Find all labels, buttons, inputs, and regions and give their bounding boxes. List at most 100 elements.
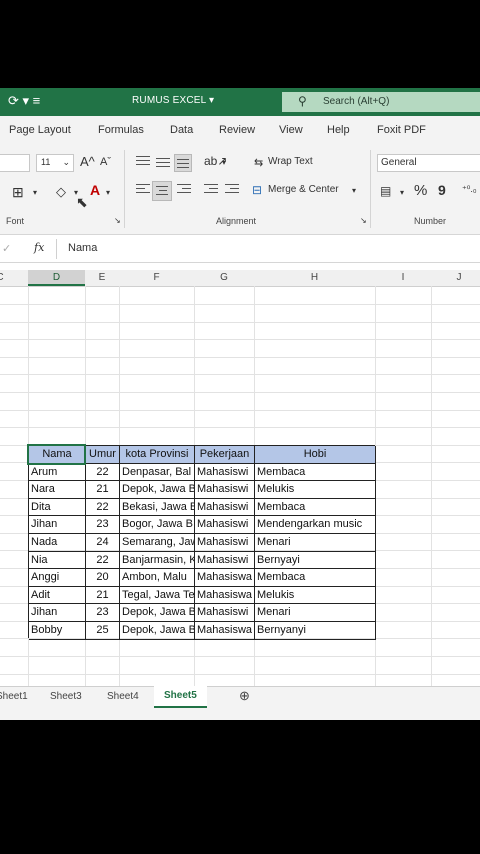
font-name-select[interactable] [0, 154, 30, 172]
tab-data[interactable]: Data [170, 124, 193, 136]
tab-page-layout[interactable]: Page Layout [9, 124, 71, 136]
increase-indent-icon[interactable] [225, 184, 239, 196]
font-size-select[interactable]: 11 ⌄ [36, 154, 74, 172]
search-box[interactable]: ⚲ Search (Alt+Q) [282, 92, 480, 112]
column-header-c[interactable]: C [0, 272, 8, 283]
cell-hobi[interactable]: Melukis [255, 481, 376, 499]
merge-dropdown-icon[interactable]: ▾ [352, 186, 356, 195]
add-sheet-button[interactable]: ⊕ [239, 688, 250, 704]
cell-kota-provinsi[interactable]: Depok, Jawa B [120, 604, 195, 622]
cell-hobi[interactable]: Menari [255, 534, 376, 552]
cell-umur[interactable]: 22 [86, 498, 120, 517]
cell-pekerjaan[interactable]: Mahasiswi [195, 463, 255, 482]
borders-dropdown-icon[interactable]: ▾ [33, 188, 37, 197]
cell-pekerjaan[interactable]: Mahasiswa [195, 586, 255, 605]
tab-formulas[interactable]: Formulas [98, 124, 144, 136]
cell-umur[interactable]: 24 [86, 534, 120, 552]
cell-nama[interactable]: Nia [29, 551, 86, 570]
tab-view[interactable]: View [279, 124, 303, 136]
insert-function-button[interactable]: fx [34, 241, 44, 254]
column-header-d[interactable]: D [28, 270, 85, 286]
table-header-cell[interactable]: Umur [86, 446, 120, 464]
cell-nama[interactable]: Bobby [29, 622, 86, 640]
wrap-text-button[interactable]: Wrap Text [268, 156, 313, 167]
cell-hobi[interactable]: Melukis [255, 586, 376, 605]
table-header-cell[interactable]: Hobi [255, 446, 376, 464]
column-header-i[interactable]: I [375, 272, 431, 283]
quick-access-toolbar[interactable]: ⟳ ▾ ≡ [8, 93, 40, 109]
cell-nama[interactable]: Jihan [29, 516, 86, 534]
cell-nama[interactable]: Dita [29, 498, 86, 517]
accounting-dropdown-icon[interactable]: ▾ [400, 188, 404, 197]
cell-nama[interactable]: Adit [29, 586, 86, 605]
cell-hobi[interactable]: Membaca [255, 463, 376, 482]
sheet-tab-5[interactable]: Sheet5 [154, 686, 207, 708]
top-align-icon[interactable] [136, 156, 150, 168]
cell-pekerjaan[interactable]: Mahasiswi [195, 604, 255, 622]
cell-umur[interactable]: 22 [86, 551, 120, 570]
cell-umur[interactable]: 21 [86, 481, 120, 499]
tab-foxit-pdf[interactable]: Foxit PDF [377, 124, 426, 136]
cell-kota-provinsi[interactable]: Ambon, Malu [120, 569, 195, 587]
alignment-dialog-launcher-icon[interactable]: ↘ [360, 216, 367, 225]
cell-kota-provinsi[interactable]: Depok, Jawa B [120, 481, 195, 499]
cell-pekerjaan[interactable]: Mahasiswi [195, 498, 255, 517]
cell-kota-provinsi[interactable]: Tegal, Jawa Te [120, 586, 195, 605]
cell-nama[interactable]: Jihan [29, 604, 86, 622]
align-left-icon[interactable] [136, 184, 150, 196]
borders-icon[interactable]: ⊞ [12, 184, 24, 201]
cell-kota-provinsi[interactable]: Banjarmasin, K [120, 551, 195, 570]
comma-style-button[interactable]: 9 [438, 182, 446, 198]
cell-nama[interactable]: Nada [29, 534, 86, 552]
bottom-align-icon[interactable] [174, 154, 192, 172]
cell-nama[interactable]: Arum [29, 463, 86, 482]
accounting-format-icon[interactable]: ▤ [380, 184, 391, 198]
cell-umur[interactable]: 22 [86, 463, 120, 482]
font-dialog-launcher-icon[interactable]: ↘ [114, 216, 121, 225]
column-header-h[interactable]: H [254, 272, 375, 283]
sheet-tab-4[interactable]: Sheet4 [107, 691, 139, 702]
cell-umur[interactable]: 21 [86, 586, 120, 605]
cell-kota-provinsi[interactable]: Depok, Jawa B [120, 622, 195, 640]
column-header-e[interactable]: E [85, 272, 119, 283]
cell-hobi[interactable]: Mendengarkan music [255, 516, 376, 534]
workbook-title[interactable]: RUMUS EXCEL ▾ [132, 95, 214, 106]
decrease-font-size-button[interactable]: Aˇ [100, 156, 111, 168]
increase-font-size-button[interactable]: A^ [80, 154, 95, 169]
cell-hobi[interactable]: Bernyayi [255, 551, 376, 570]
worksheet-grid[interactable]: Nama Umur kota Provinsi Pekerjaan Hobi Arum 22… [0, 286, 480, 686]
cell-pekerjaan[interactable]: Mahasiswi [195, 481, 255, 499]
cell-pekerjaan[interactable]: Mahasiswi [195, 516, 255, 534]
formula-input[interactable]: Nama [68, 242, 97, 254]
cell-nama[interactable]: Anggi [29, 569, 86, 587]
cell-kota-provinsi[interactable]: Bogor, Jawa B [120, 516, 195, 534]
tab-review[interactable]: Review [219, 124, 255, 136]
fill-color-icon[interactable]: ◇ [56, 184, 66, 200]
cell-pekerjaan[interactable]: Mahasiswi [195, 534, 255, 552]
cell-umur[interactable]: 20 [86, 569, 120, 587]
cell-pekerjaan[interactable]: Mahasiswa [195, 569, 255, 587]
font-color-icon[interactable]: A [90, 182, 100, 198]
sheet-tab-3[interactable]: Sheet3 [50, 691, 82, 702]
column-header-j[interactable]: J [431, 272, 480, 283]
decrease-indent-icon[interactable] [204, 184, 218, 196]
percent-style-button[interactable]: % [414, 182, 427, 199]
cell-umur[interactable]: 25 [86, 622, 120, 640]
cell-kota-provinsi[interactable]: Bekasi, Jawa B [120, 498, 195, 517]
cell-hobi[interactable]: Bernyanyi [255, 622, 376, 640]
middle-align-icon[interactable] [156, 158, 170, 170]
cell-umur[interactable]: 23 [86, 516, 120, 534]
cell-pekerjaan[interactable]: Mahasiswa [195, 622, 255, 640]
cell-kota-provinsi[interactable]: Denpasar, Bal [120, 463, 195, 482]
sheet-tab-1[interactable]: Sheet1 [0, 691, 28, 702]
cell-hobi[interactable]: Membaca [255, 569, 376, 587]
align-center-icon[interactable] [152, 181, 172, 201]
cell-pekerjaan[interactable]: Mahasiswi [195, 551, 255, 570]
cell-hobi[interactable]: Membaca [255, 498, 376, 517]
column-header-g[interactable]: G [194, 272, 254, 283]
enter-check-icon[interactable]: ✓ [2, 242, 11, 255]
cell-hobi[interactable]: Menari [255, 604, 376, 622]
cell-nama[interactable]: Nara [29, 481, 86, 499]
column-header-f[interactable]: F [119, 272, 194, 283]
cell-kota-provinsi[interactable]: Semarang, Jaw [120, 534, 195, 552]
